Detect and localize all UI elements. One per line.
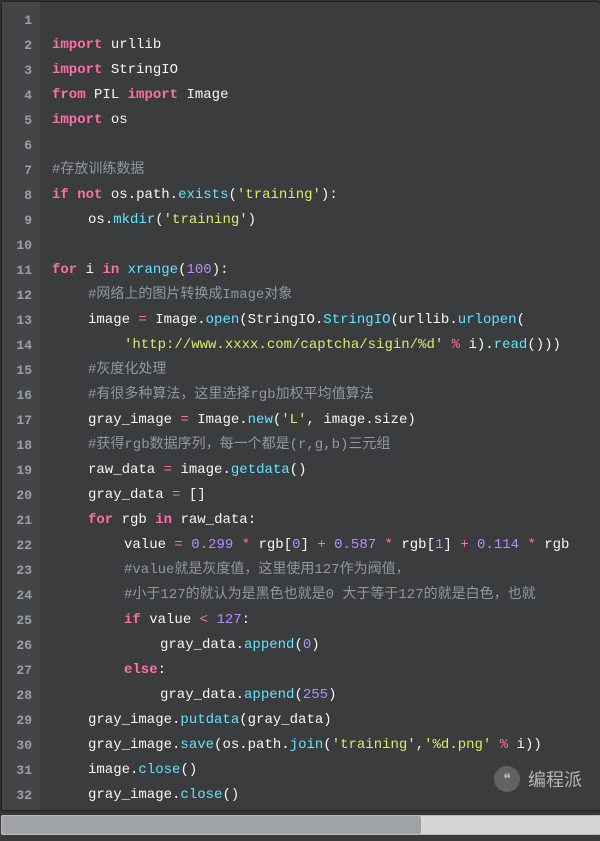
scrollbar-thumb[interactable]: [2, 816, 421, 834]
line-number: 8: [8, 183, 32, 208]
code-line[interactable]: value = 0.299 * rgb[0] + 0.587 * rgb[1] …: [52, 533, 600, 558]
line-number-gutter: 1234567891011121314151617181920212223242…: [2, 2, 40, 810]
code-line[interactable]: if not os.path.exists('training'):: [52, 183, 600, 208]
line-number: 26: [8, 633, 32, 658]
line-number: 24: [8, 583, 32, 608]
code-line[interactable]: #灰度化处理: [52, 358, 600, 383]
code-line[interactable]: gray_data = []: [52, 483, 600, 508]
code-line[interactable]: #网络上的图片转换成Image对象: [52, 283, 600, 308]
line-number: 22: [8, 533, 32, 558]
line-number: 17: [8, 408, 32, 433]
line-number: 3: [8, 58, 32, 83]
code-line[interactable]: if value < 127:: [52, 608, 600, 633]
code-line[interactable]: [52, 8, 600, 33]
code-line[interactable]: #value就是灰度值，这里使用127作为阀值，: [52, 558, 600, 583]
line-number: 21: [8, 508, 32, 533]
code-line[interactable]: raw_data = image.getdata(): [52, 458, 600, 483]
line-number: 25: [8, 608, 32, 633]
line-number: 14: [8, 333, 32, 358]
code-line[interactable]: #小于127的就认为是黑色也就是0 大于等于127的就是白色，也就: [52, 583, 600, 608]
watermark: ❝ 编程派: [494, 766, 582, 792]
line-number: 31: [8, 758, 32, 783]
line-number: 16: [8, 383, 32, 408]
code-line[interactable]: gray_data.append(255): [52, 683, 600, 708]
line-number: 20: [8, 483, 32, 508]
line-number: 12: [8, 283, 32, 308]
watermark-text: 编程派: [528, 766, 582, 792]
code-line[interactable]: gray_image = Image.new('L', image.size): [52, 408, 600, 433]
code-line[interactable]: else:: [52, 658, 600, 683]
line-number: 11: [8, 258, 32, 283]
line-number: 5: [8, 108, 32, 133]
line-number: 15: [8, 358, 32, 383]
line-number: 10: [8, 233, 32, 258]
line-number: 13: [8, 308, 32, 333]
line-number: 18: [8, 433, 32, 458]
code-line[interactable]: from PIL import Image: [52, 83, 600, 108]
code-line[interactable]: #获得rgb数据序列，每一个都是(r,g,b)三元组: [52, 433, 600, 458]
code-line[interactable]: #有很多种算法，这里选择rgb加权平均值算法: [52, 383, 600, 408]
line-number: 1: [8, 8, 32, 33]
code-line[interactable]: import os: [52, 108, 600, 133]
line-number: 9: [8, 208, 32, 233]
line-number: 7: [8, 158, 32, 183]
line-number: 30: [8, 733, 32, 758]
horizontal-scrollbar[interactable]: [1, 815, 600, 835]
line-number: 23: [8, 558, 32, 583]
code-editor[interactable]: 1234567891011121314151617181920212223242…: [1, 1, 600, 811]
code-line[interactable]: os.mkdir('training'): [52, 208, 600, 233]
line-number: 19: [8, 458, 32, 483]
line-number: 32: [8, 783, 32, 808]
code-line[interactable]: import urllib: [52, 33, 600, 58]
code-line[interactable]: 'http://www.xxxx.com/captcha/sigin/%d' %…: [52, 333, 600, 358]
line-number: 2: [8, 33, 32, 58]
code-area[interactable]: import urllibimport StringIOfrom PIL imp…: [40, 2, 600, 810]
line-number: 6: [8, 133, 32, 158]
code-line[interactable]: gray_data.append(0): [52, 633, 600, 658]
code-line[interactable]: for rgb in raw_data:: [52, 508, 600, 533]
code-line[interactable]: [52, 233, 600, 258]
code-line[interactable]: import StringIO: [52, 58, 600, 83]
code-line[interactable]: [52, 133, 600, 158]
code-line[interactable]: gray_image.putdata(gray_data): [52, 708, 600, 733]
wechat-icon: ❝: [494, 766, 520, 792]
line-number: 4: [8, 83, 32, 108]
code-line[interactable]: image = Image.open(StringIO.StringIO(url…: [52, 308, 600, 333]
code-line[interactable]: #存放训练数据: [52, 158, 600, 183]
line-number: 29: [8, 708, 32, 733]
code-line[interactable]: for i in xrange(100):: [52, 258, 600, 283]
code-line[interactable]: gray_image.save(os.path.join('training',…: [52, 733, 600, 758]
line-number: 27: [8, 658, 32, 683]
line-number: 28: [8, 683, 32, 708]
